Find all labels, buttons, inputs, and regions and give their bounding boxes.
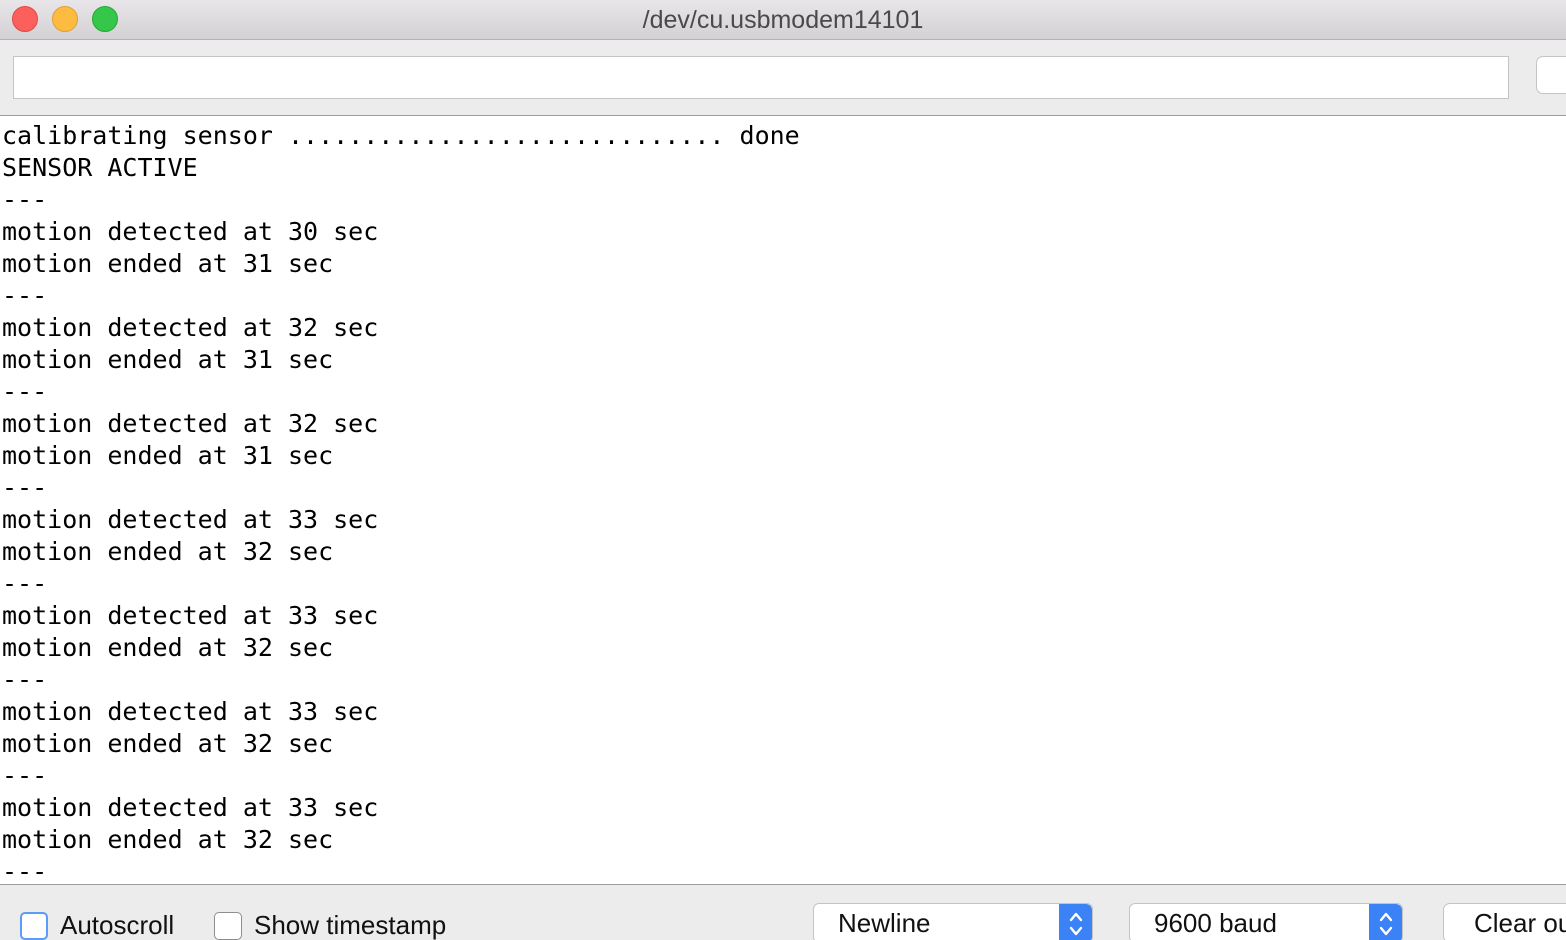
bottom-toolbar: Autoscroll Show timestamp Newline 9600 b… bbox=[0, 885, 1566, 940]
output-line: --- bbox=[2, 569, 48, 598]
output-line: --- bbox=[2, 377, 48, 406]
show-timestamp-label[interactable]: Show timestamp bbox=[254, 910, 446, 940]
output-line: motion ended at 32 sec bbox=[2, 633, 334, 662]
autoscroll-label[interactable]: Autoscroll bbox=[60, 910, 174, 940]
line-ending-value: Newline bbox=[838, 908, 931, 938]
window-title: /dev/cu.usbmodem14101 bbox=[642, 6, 924, 34]
serial-output[interactable]: calibrating sensor .....................… bbox=[0, 115, 1566, 885]
output-line: --- bbox=[2, 761, 48, 790]
output-line: SENSOR ACTIVE bbox=[2, 153, 198, 182]
output-line: motion ended at 32 sec bbox=[2, 537, 334, 566]
output-line: motion detected at 32 sec bbox=[2, 409, 379, 438]
serial-monitor-window: /dev/cu.usbmodem14101 calibrating sensor… bbox=[0, 0, 1566, 940]
output-line: motion ended at 32 sec bbox=[2, 729, 334, 758]
output-line: motion detected at 33 sec bbox=[2, 697, 379, 726]
send-bar bbox=[0, 40, 1566, 115]
output-line: motion detected at 33 sec bbox=[2, 601, 379, 630]
output-line: --- bbox=[2, 185, 48, 214]
updown-chevron-icon bbox=[1369, 904, 1402, 940]
output-line: --- bbox=[2, 665, 48, 694]
show-timestamp-checkbox[interactable] bbox=[214, 912, 242, 940]
clear-output-button[interactable]: Clear output bbox=[1443, 903, 1566, 940]
title-bar[interactable]: /dev/cu.usbmodem14101 bbox=[0, 0, 1566, 40]
output-line: --- bbox=[2, 857, 48, 885]
output-line: --- bbox=[2, 473, 48, 502]
baud-rate-value: 9600 baud bbox=[1154, 908, 1277, 938]
output-line: motion ended at 31 sec bbox=[2, 441, 334, 470]
updown-chevron-icon bbox=[1059, 904, 1092, 940]
output-line: motion ended at 31 sec bbox=[2, 249, 334, 278]
output-line: motion detected at 30 sec bbox=[2, 217, 379, 246]
output-line: motion detected at 33 sec bbox=[2, 793, 379, 822]
output-line: motion ended at 32 sec bbox=[2, 825, 334, 854]
autoscroll-checkbox[interactable] bbox=[20, 912, 48, 940]
output-line: calibrating sensor .....................… bbox=[2, 121, 800, 150]
output-line: motion detected at 33 sec bbox=[2, 505, 379, 534]
output-line: --- bbox=[2, 281, 48, 310]
output-line: motion ended at 31 sec bbox=[2, 345, 334, 374]
line-ending-select[interactable]: Newline bbox=[813, 903, 1093, 940]
send-input[interactable] bbox=[13, 56, 1509, 99]
send-button[interactable] bbox=[1536, 56, 1566, 94]
baud-rate-select[interactable]: 9600 baud bbox=[1129, 903, 1403, 940]
output-line: motion detected at 32 sec bbox=[2, 313, 379, 342]
